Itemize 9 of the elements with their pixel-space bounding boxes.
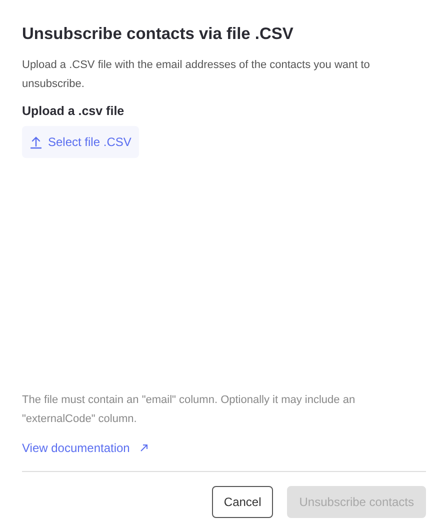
cancel-button[interactable]: Cancel [212,486,274,518]
external-link-icon [140,444,148,452]
description-text: Upload a .CSV file with the email addresses of the contacts you want to unsubscribe. [22,58,371,92]
upload-label: Upload a .csv file [22,104,126,118]
upload-icon [30,136,42,148]
note-text: The file must contain an "email" column. Optionally it may include an "externalCode" column. [22,393,356,427]
documentation-link[interactable]: View documentation [22,441,148,455]
dialog-title: Unsubscribe contacts via file .CSV [22,25,294,44]
select-file-button[interactable]: Select file .CSV [22,126,140,158]
